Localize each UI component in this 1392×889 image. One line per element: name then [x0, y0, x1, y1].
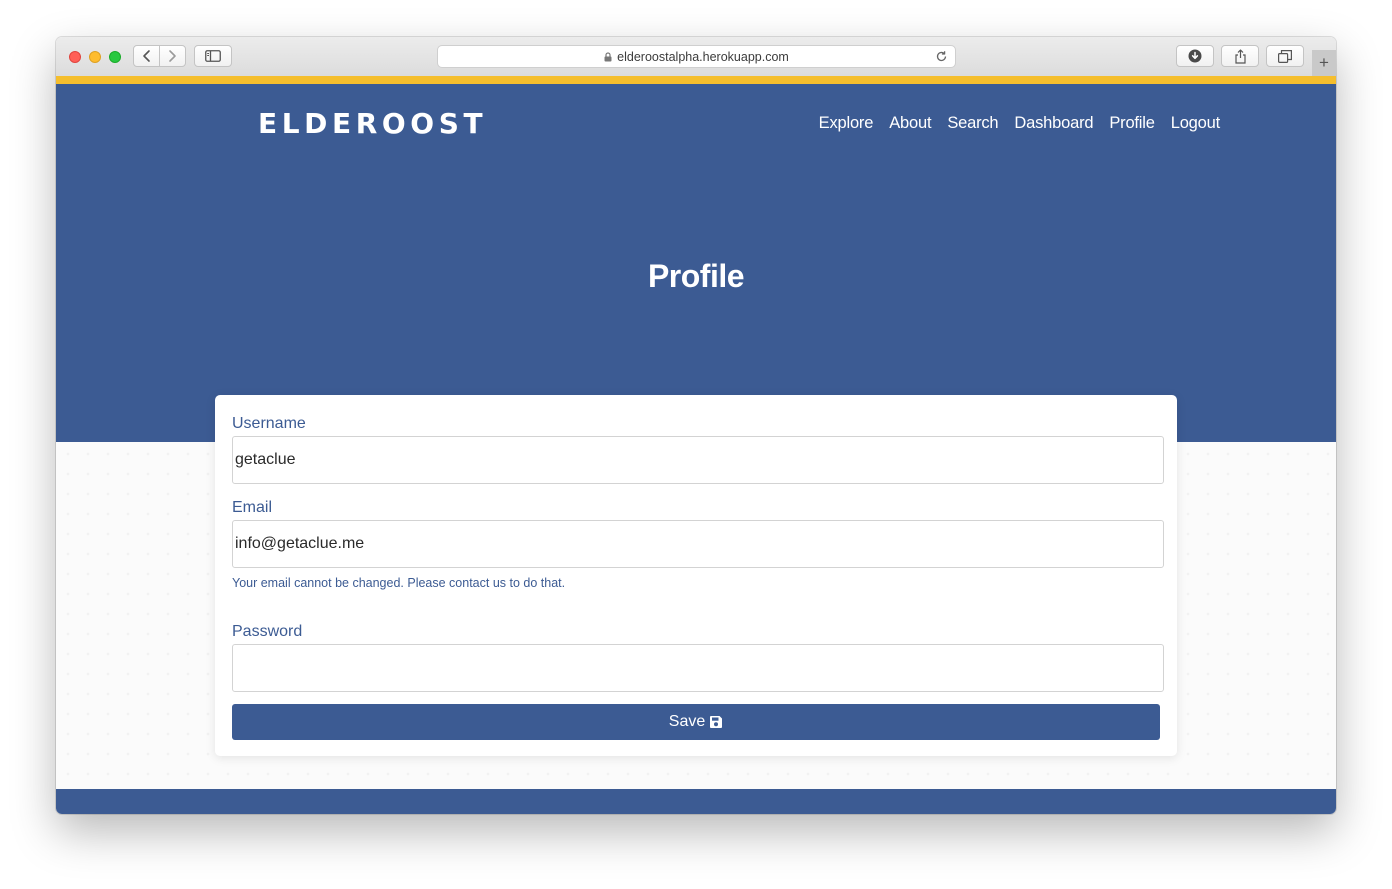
new-tab-button[interactable]: + [1312, 50, 1336, 76]
nav-link-logout[interactable]: Logout [1171, 114, 1220, 133]
chevron-right-icon [169, 50, 177, 62]
accent-strip [56, 76, 1336, 84]
reload-icon[interactable] [935, 50, 948, 66]
downloads-button[interactable] [1176, 45, 1214, 67]
sidebar-toggle-button[interactable] [194, 45, 232, 67]
web-page: ELDEROOST Explore About Search Dashboard… [56, 76, 1336, 814]
back-button[interactable] [134, 46, 159, 66]
brand-logo[interactable]: ELDEROOST [258, 107, 487, 140]
password-input[interactable] [232, 644, 1164, 692]
tab-overview-button[interactable] [1266, 45, 1304, 67]
plus-icon: + [1319, 53, 1329, 72]
address-bar[interactable]: elderoostalpha.herokuapp.com [437, 45, 956, 68]
download-icon [1188, 49, 1202, 63]
chevron-left-icon [142, 50, 150, 62]
share-button[interactable] [1221, 45, 1259, 67]
nav-link-explore[interactable]: Explore [819, 114, 874, 133]
username-label: Username [232, 415, 306, 432]
history-nav-group [133, 45, 186, 67]
nav-link-search[interactable]: Search [947, 114, 998, 133]
email-input[interactable] [232, 520, 1164, 568]
nav-link-dashboard[interactable]: Dashboard [1014, 114, 1093, 133]
share-icon [1234, 48, 1246, 64]
password-label: Password [232, 623, 303, 640]
lock-icon [604, 51, 612, 62]
tabs-icon [1278, 49, 1292, 63]
nav-link-profile[interactable]: Profile [1109, 114, 1155, 133]
save-button[interactable]: Save [232, 704, 1160, 740]
url-text: elderoostalpha.herokuapp.com [617, 49, 789, 64]
close-window-button[interactable] [69, 51, 81, 63]
email-label: Email [232, 499, 273, 516]
forward-button[interactable] [160, 46, 185, 66]
page-title: Profile [647, 258, 745, 294]
email-help-text: Your email cannot be changed. Please con… [232, 576, 566, 590]
zoom-window-button[interactable] [109, 51, 121, 63]
footer-bar [56, 789, 1336, 814]
sidebar-icon [205, 50, 221, 62]
save-button-label: Save [668, 713, 706, 730]
nav-link-about[interactable]: About [889, 114, 931, 133]
profile-form-card: Username Email Your email cannot be chan… [215, 395, 1177, 756]
browser-window: elderoostalpha.herokuapp.com + ELDEROOST… [56, 37, 1336, 814]
floppy-disk-icon [710, 716, 723, 728]
hero-header: ELDEROOST Explore About Search Dashboard… [56, 84, 1336, 442]
username-input[interactable] [232, 436, 1164, 484]
main-nav: Explore About Search Dashboard Profile L… [819, 114, 1221, 133]
browser-toolbar: elderoostalpha.herokuapp.com + [56, 37, 1336, 77]
minimize-window-button[interactable] [89, 51, 101, 63]
